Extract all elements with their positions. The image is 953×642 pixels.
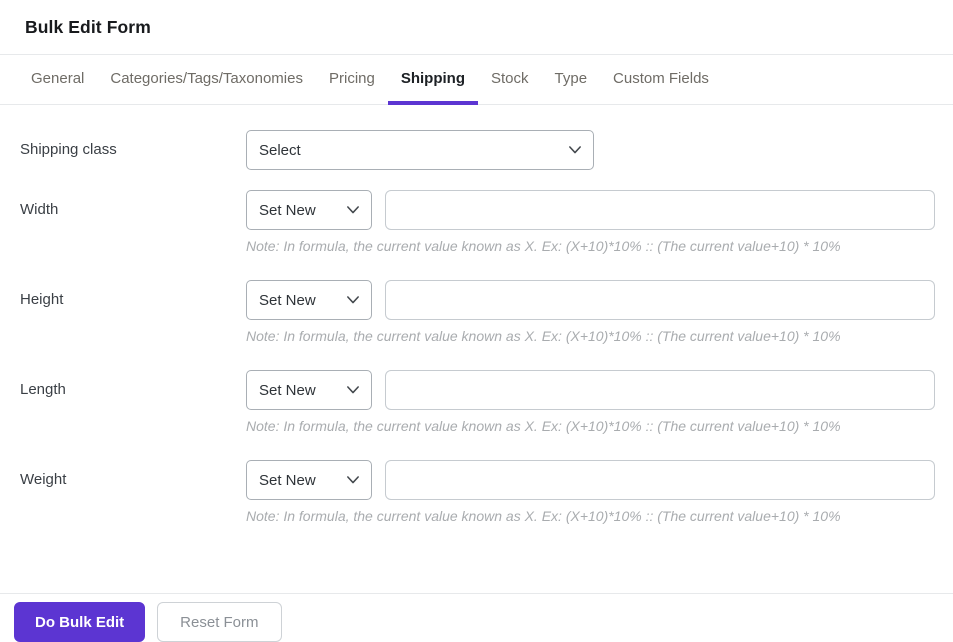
length-label: Length <box>20 381 66 398</box>
width-mode-select[interactable]: Set New <box>246 190 372 230</box>
tab-bar: General Categories/Tags/Taxonomies Prici… <box>0 55 953 105</box>
shipping-class-label: Shipping class <box>20 141 117 158</box>
width-input[interactable] <box>385 190 935 230</box>
height-row: Height Set New Note: In formula, the cur… <box>20 280 935 345</box>
reset-form-button[interactable]: Reset Form <box>157 602 282 642</box>
length-mode-select[interactable]: Set New <box>246 370 372 410</box>
width-label: Width <box>20 201 59 218</box>
tab-pricing[interactable]: Pricing <box>316 55 388 105</box>
tab-custom-fields[interactable]: Custom Fields <box>600 55 722 105</box>
height-input[interactable] <box>385 280 935 320</box>
height-label: Height <box>20 291 64 308</box>
width-row: Width Set New Note: In formula, the curr… <box>20 190 935 255</box>
tab-general[interactable]: General <box>18 55 97 105</box>
footer-actions: Do Bulk Edit Reset Form <box>0 593 953 642</box>
header: Bulk Edit Form <box>0 0 953 55</box>
do-bulk-edit-button[interactable]: Do Bulk Edit <box>14 602 146 642</box>
height-mode-select[interactable]: Set New <box>246 280 372 320</box>
tab-categories-tags-taxonomies[interactable]: Categories/Tags/Taxonomies <box>97 55 316 105</box>
length-input[interactable] <box>385 370 935 410</box>
bulk-edit-form-panel: Bulk Edit Form General Categories/Tags/T… <box>0 0 953 642</box>
weight-input[interactable] <box>385 460 935 500</box>
tab-type[interactable]: Type <box>542 55 601 105</box>
weight-label: Weight <box>20 471 67 488</box>
tab-shipping[interactable]: Shipping <box>387 55 478 105</box>
formula-note: Note: In formula, the current value know… <box>246 508 841 524</box>
page-title: Bulk Edit Form <box>25 16 151 37</box>
length-row: Length Set New Note: In formula, the cur… <box>20 370 935 435</box>
shipping-class-select[interactable]: Select <box>246 130 594 170</box>
tab-stock[interactable]: Stock <box>478 55 542 105</box>
shipping-tab-panel: Shipping class Select Width Set New Note… <box>0 105 953 593</box>
formula-note: Note: In formula, the current value know… <box>246 238 841 254</box>
formula-note: Note: In formula, the current value know… <box>246 418 841 434</box>
formula-note: Note: In formula, the current value know… <box>246 328 841 344</box>
weight-row: Weight Set New Note: In formula, the cur… <box>20 460 935 525</box>
weight-mode-select[interactable]: Set New <box>246 460 372 500</box>
shipping-class-row: Shipping class Select <box>20 130 935 170</box>
